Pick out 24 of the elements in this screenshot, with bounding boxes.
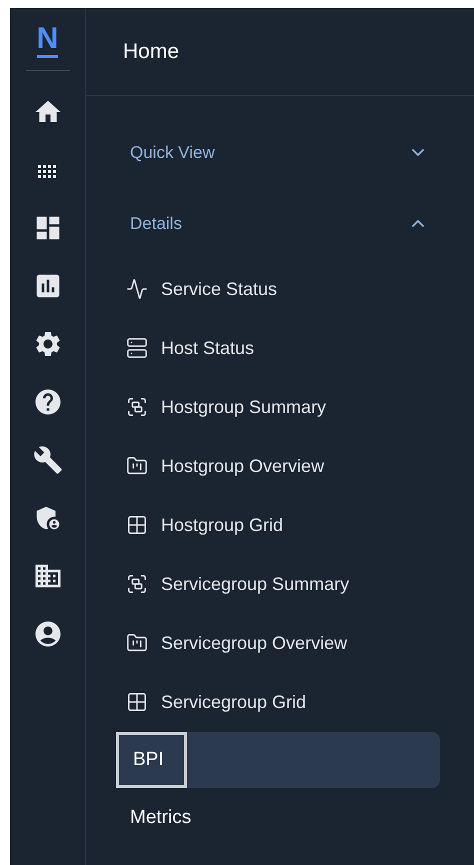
group-icon	[126, 396, 148, 418]
folder-icon	[126, 454, 148, 476]
menu-link-row[interactable]: Metrics	[116, 790, 440, 846]
menu-item[interactable]: Servicegroup Summary	[116, 554, 440, 613]
menu-item[interactable]: Hostgroup Grid	[116, 495, 440, 554]
menu-link-row[interactable]: BPI	[116, 732, 440, 788]
chevron-down-icon	[412, 149, 424, 156]
menu-item[interactable]: Host Status	[116, 318, 440, 377]
logo[interactable]: N	[36, 24, 58, 58]
menu-section-toggle[interactable]: Details	[116, 188, 440, 259]
group-icon	[126, 572, 148, 594]
menu-item[interactable]: Hostgroup Summary	[116, 377, 440, 436]
pulse-icon	[126, 278, 148, 300]
menu-item[interactable]: Servicegroup Overview	[116, 613, 440, 672]
grid-icon	[126, 690, 148, 712]
menu-item[interactable]: Service Status	[116, 259, 440, 318]
menu-section-toggle[interactable]: Quick View	[116, 117, 440, 188]
menu-item[interactable]: Servicegroup Grid	[116, 672, 440, 731]
server-icon	[126, 336, 148, 358]
chevron-up-icon	[412, 220, 424, 227]
menu-item[interactable]: Hostgroup Overview	[116, 436, 440, 495]
folder-icon	[126, 632, 148, 654]
page-title: Home	[123, 38, 180, 65]
grid-icon	[126, 514, 148, 536]
